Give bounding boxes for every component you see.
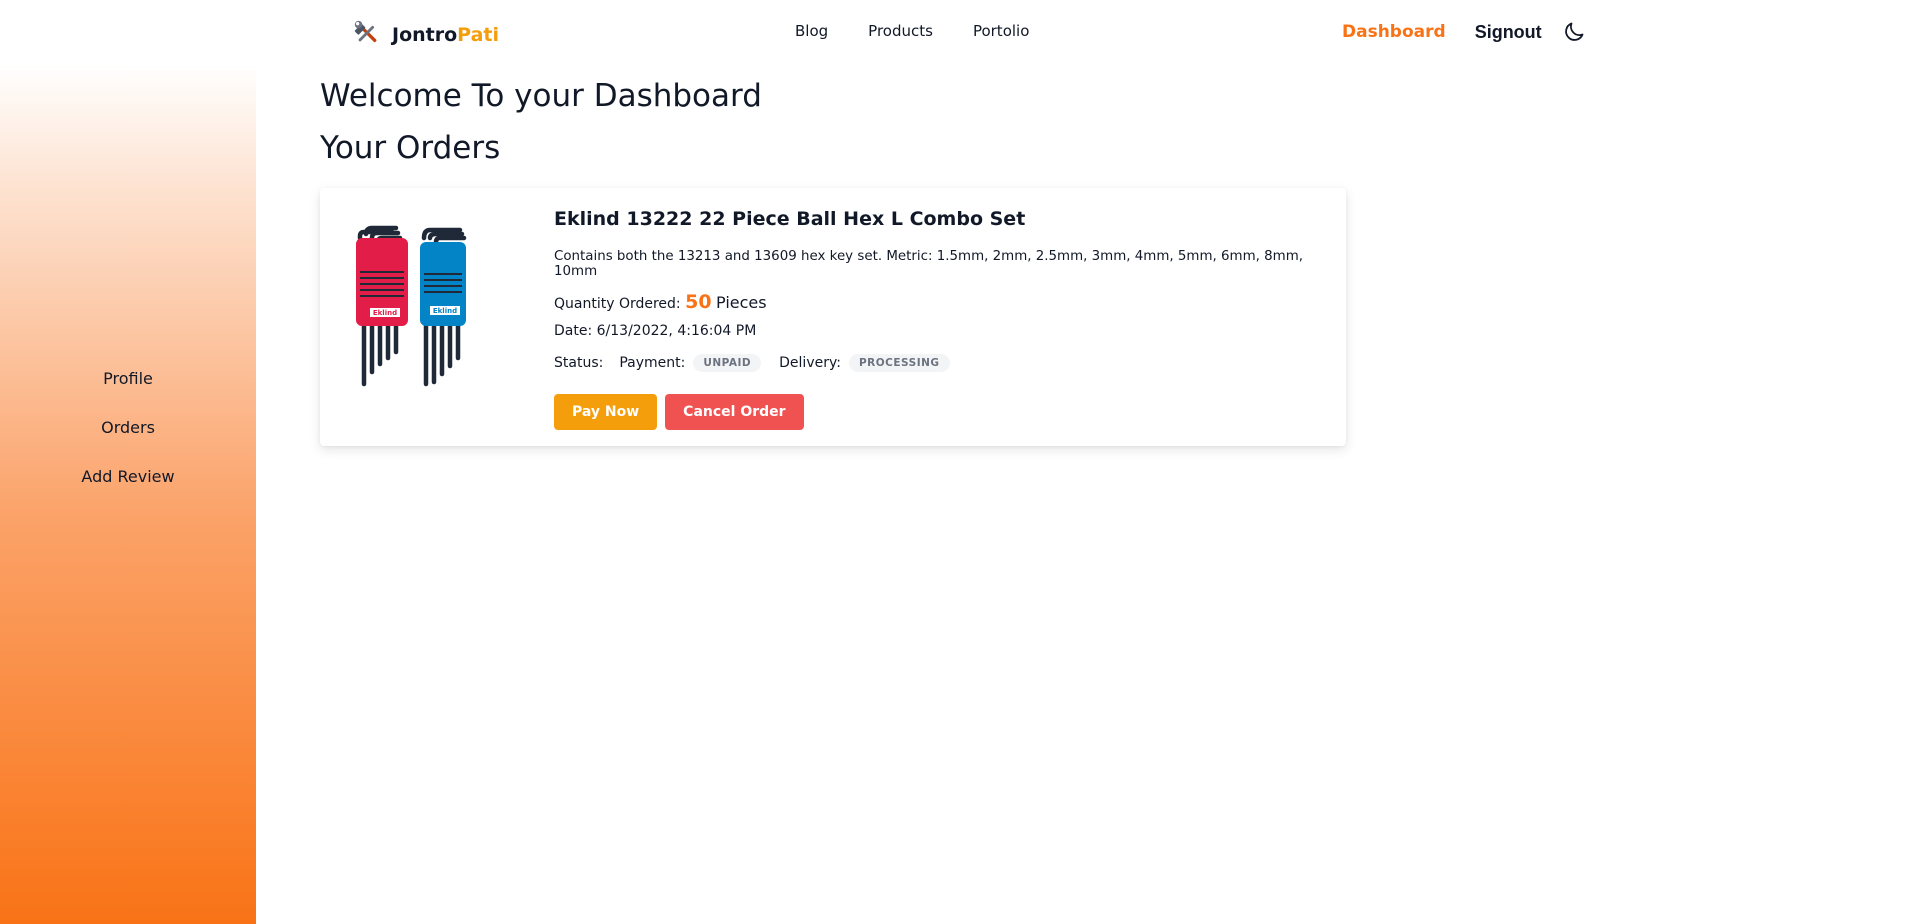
sidebar: Profile Orders Add Review xyxy=(0,64,256,924)
quantity-label: Quantity Ordered: xyxy=(554,296,681,312)
nav-link-blog[interactable]: Blog xyxy=(795,22,828,40)
nav-right: Dashboard Signout xyxy=(1342,20,1586,44)
nav-link-dashboard[interactable]: Dashboard xyxy=(1342,22,1446,42)
main-content: Welcome To your Dashboard Your Orders xyxy=(320,78,762,166)
product-title: Eklind 13222 22 Piece Ball Hex L Combo S… xyxy=(554,208,1026,230)
sidebar-item-profile[interactable]: Profile xyxy=(0,354,256,403)
tools-icon xyxy=(352,18,382,52)
payment-label: Payment: xyxy=(619,355,686,371)
date-label: Date: xyxy=(554,323,593,339)
pay-now-button[interactable]: Pay Now xyxy=(554,394,658,430)
brand-name: JontroPati xyxy=(392,24,499,46)
sidebar-menu: Profile Orders Add Review xyxy=(0,354,256,501)
cancel-order-button[interactable]: Cancel Order xyxy=(665,394,804,430)
quantity-value: 50 xyxy=(685,291,712,313)
product-image: Eklind Eklind xyxy=(350,224,530,394)
order-card: Eklind Eklind Eklind 13222 22 Piece Ball… xyxy=(320,188,1346,446)
product-description: Contains both the 13213 and 13609 hex ke… xyxy=(554,249,1304,279)
quantity-unit: Pieces xyxy=(716,293,767,312)
brand-logo[interactable]: JontroPati xyxy=(352,18,499,52)
nav-links: Blog Products Portolio xyxy=(795,22,1069,40)
delivery-status-badge: PROCESSING xyxy=(848,354,950,372)
image-brand-label-blue: Eklind xyxy=(433,307,457,315)
moon-icon[interactable] xyxy=(1562,20,1586,44)
payment-status-badge: UNPAID xyxy=(693,354,762,372)
sidebar-item-add-review[interactable]: Add Review xyxy=(0,452,256,501)
image-brand-label-red: Eklind xyxy=(373,309,397,317)
order-date: 6/13/2022, 4:16:04 PM xyxy=(596,323,757,339)
order-actions: Pay Now Cancel Order xyxy=(554,394,1334,430)
date-row: Date: 6/13/2022, 4:16:04 PM xyxy=(554,323,1334,339)
delivery-label: Delivery: xyxy=(779,355,841,371)
nav-link-products[interactable]: Products xyxy=(868,22,933,40)
navbar: JontroPati Blog Products Portolio Dashbo… xyxy=(0,0,1920,64)
signout-button[interactable]: Signout xyxy=(1475,22,1542,43)
sidebar-item-orders[interactable]: Orders xyxy=(0,403,256,452)
quantity-row: Quantity Ordered: 50 Pieces xyxy=(554,291,1334,313)
brand-name-part2: Pati xyxy=(457,24,499,46)
page-title: Welcome To your Dashboard xyxy=(320,78,762,114)
brand-name-part1: Jontro xyxy=(392,24,458,46)
status-label: Status: xyxy=(554,355,604,371)
nav-link-portolio[interactable]: Portolio xyxy=(973,22,1029,40)
orders-heading: Your Orders xyxy=(320,130,501,166)
order-info: Eklind 13222 22 Piece Ball Hex L Combo S… xyxy=(554,208,1334,430)
status-row: Status: Payment: UNPAID Delivery: PROCES… xyxy=(554,354,1334,372)
